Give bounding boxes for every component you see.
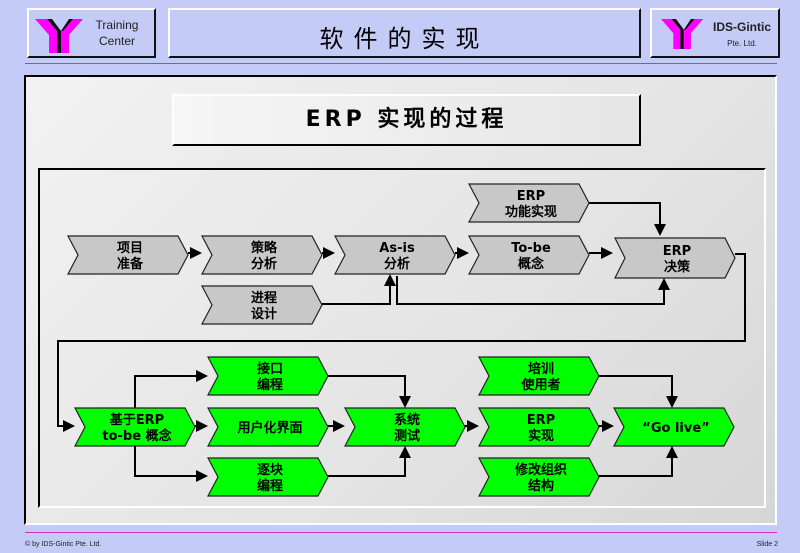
process-node-erp-decision: ERP决策 <box>614 237 736 279</box>
process-node-system-test: 系统测试 <box>344 407 466 447</box>
node-label: 培训 <box>528 361 554 377</box>
process-node-erp-tobe-concept: 基于ERPto-be 概念 <box>74 407 196 447</box>
node-label: 修改组织 <box>514 462 567 478</box>
process-node-project-prep: 项目准备 <box>67 235 189 275</box>
node-label: ERP <box>517 189 545 204</box>
node-label: 用户化界面 <box>236 420 302 436</box>
node-label: 接口 <box>257 361 283 377</box>
process-node-go-live: “Go live” <box>613 407 735 447</box>
node-label: 分析 <box>384 256 410 272</box>
arrow-asis-to-decision <box>396 276 670 305</box>
arrow-train-to-golive <box>599 375 678 408</box>
footer-divider <box>25 532 777 533</box>
node-label: 功能实现 <box>505 204 557 220</box>
node-label: 实现 <box>528 428 554 444</box>
arrow-to-interface <box>134 370 208 408</box>
process-node-interface-coding: 接口编程 <box>207 356 329 396</box>
process-node-tobe-concept: To-be概念 <box>468 235 590 275</box>
node-label: 编程 <box>257 478 283 494</box>
node-label: As-is <box>379 241 415 256</box>
arrow-process-to-asis <box>322 274 396 305</box>
process-node-process-design: 进程设计 <box>201 285 323 325</box>
node-label: 策略 <box>251 240 278 256</box>
node-label: 结构 <box>528 478 554 494</box>
node-label: 逐块 <box>257 462 284 478</box>
process-node-erp-function: ERP功能实现 <box>468 183 590 223</box>
process-node-strategy-analysis: 策略分析 <box>201 235 323 275</box>
node-label: 准备 <box>117 256 144 272</box>
process-node-train-users: 培训使用者 <box>478 356 600 396</box>
node-label: 编程 <box>257 377 283 393</box>
process-node-erp-implement: ERP实现 <box>478 407 600 447</box>
node-label: to-be 概念 <box>102 428 171 444</box>
arrow-interface-to-test <box>328 375 411 408</box>
node-label: 使用者 <box>520 377 560 393</box>
arrow-function-to-decision <box>589 202 666 236</box>
node-label: 项目 <box>117 241 143 256</box>
arrow-modify-to-golive <box>599 446 678 477</box>
node-label: 进程 <box>251 291 277 306</box>
process-node-module-coding: 逐块编程 <box>207 457 329 497</box>
node-label: 概念 <box>518 256 544 272</box>
node-label: 基于ERP <box>109 412 164 428</box>
copyright-text: © by IDS-Gintic Pte. Ltd. <box>25 541 102 548</box>
process-node-asis-analysis: As-is分析 <box>334 235 456 275</box>
node-label: ERP <box>527 413 555 428</box>
arrow-decision-to-tobe-erp <box>57 253 746 432</box>
slide-number: Slide 2 <box>756 541 778 548</box>
arrow-module-to-test <box>328 446 411 477</box>
node-label: 决策 <box>664 259 691 275</box>
node-label: 系统 <box>394 412 420 428</box>
node-label: To-be <box>511 241 551 256</box>
node-label: ERP <box>663 244 691 259</box>
process-node-user-interface: 用户化界面 <box>207 407 329 447</box>
node-label: 设计 <box>251 306 277 322</box>
arrow-to-module <box>134 446 208 482</box>
node-label: 测试 <box>394 428 420 444</box>
node-label: “Go live” <box>642 421 709 436</box>
node-label: 分析 <box>251 256 277 272</box>
process-flow-diagram: 项目准备策略分析As-is分析To-be概念ERP决策ERP功能实现进程设计基于… <box>57 183 746 497</box>
process-node-modify-org: 修改组织结构 <box>478 457 600 497</box>
